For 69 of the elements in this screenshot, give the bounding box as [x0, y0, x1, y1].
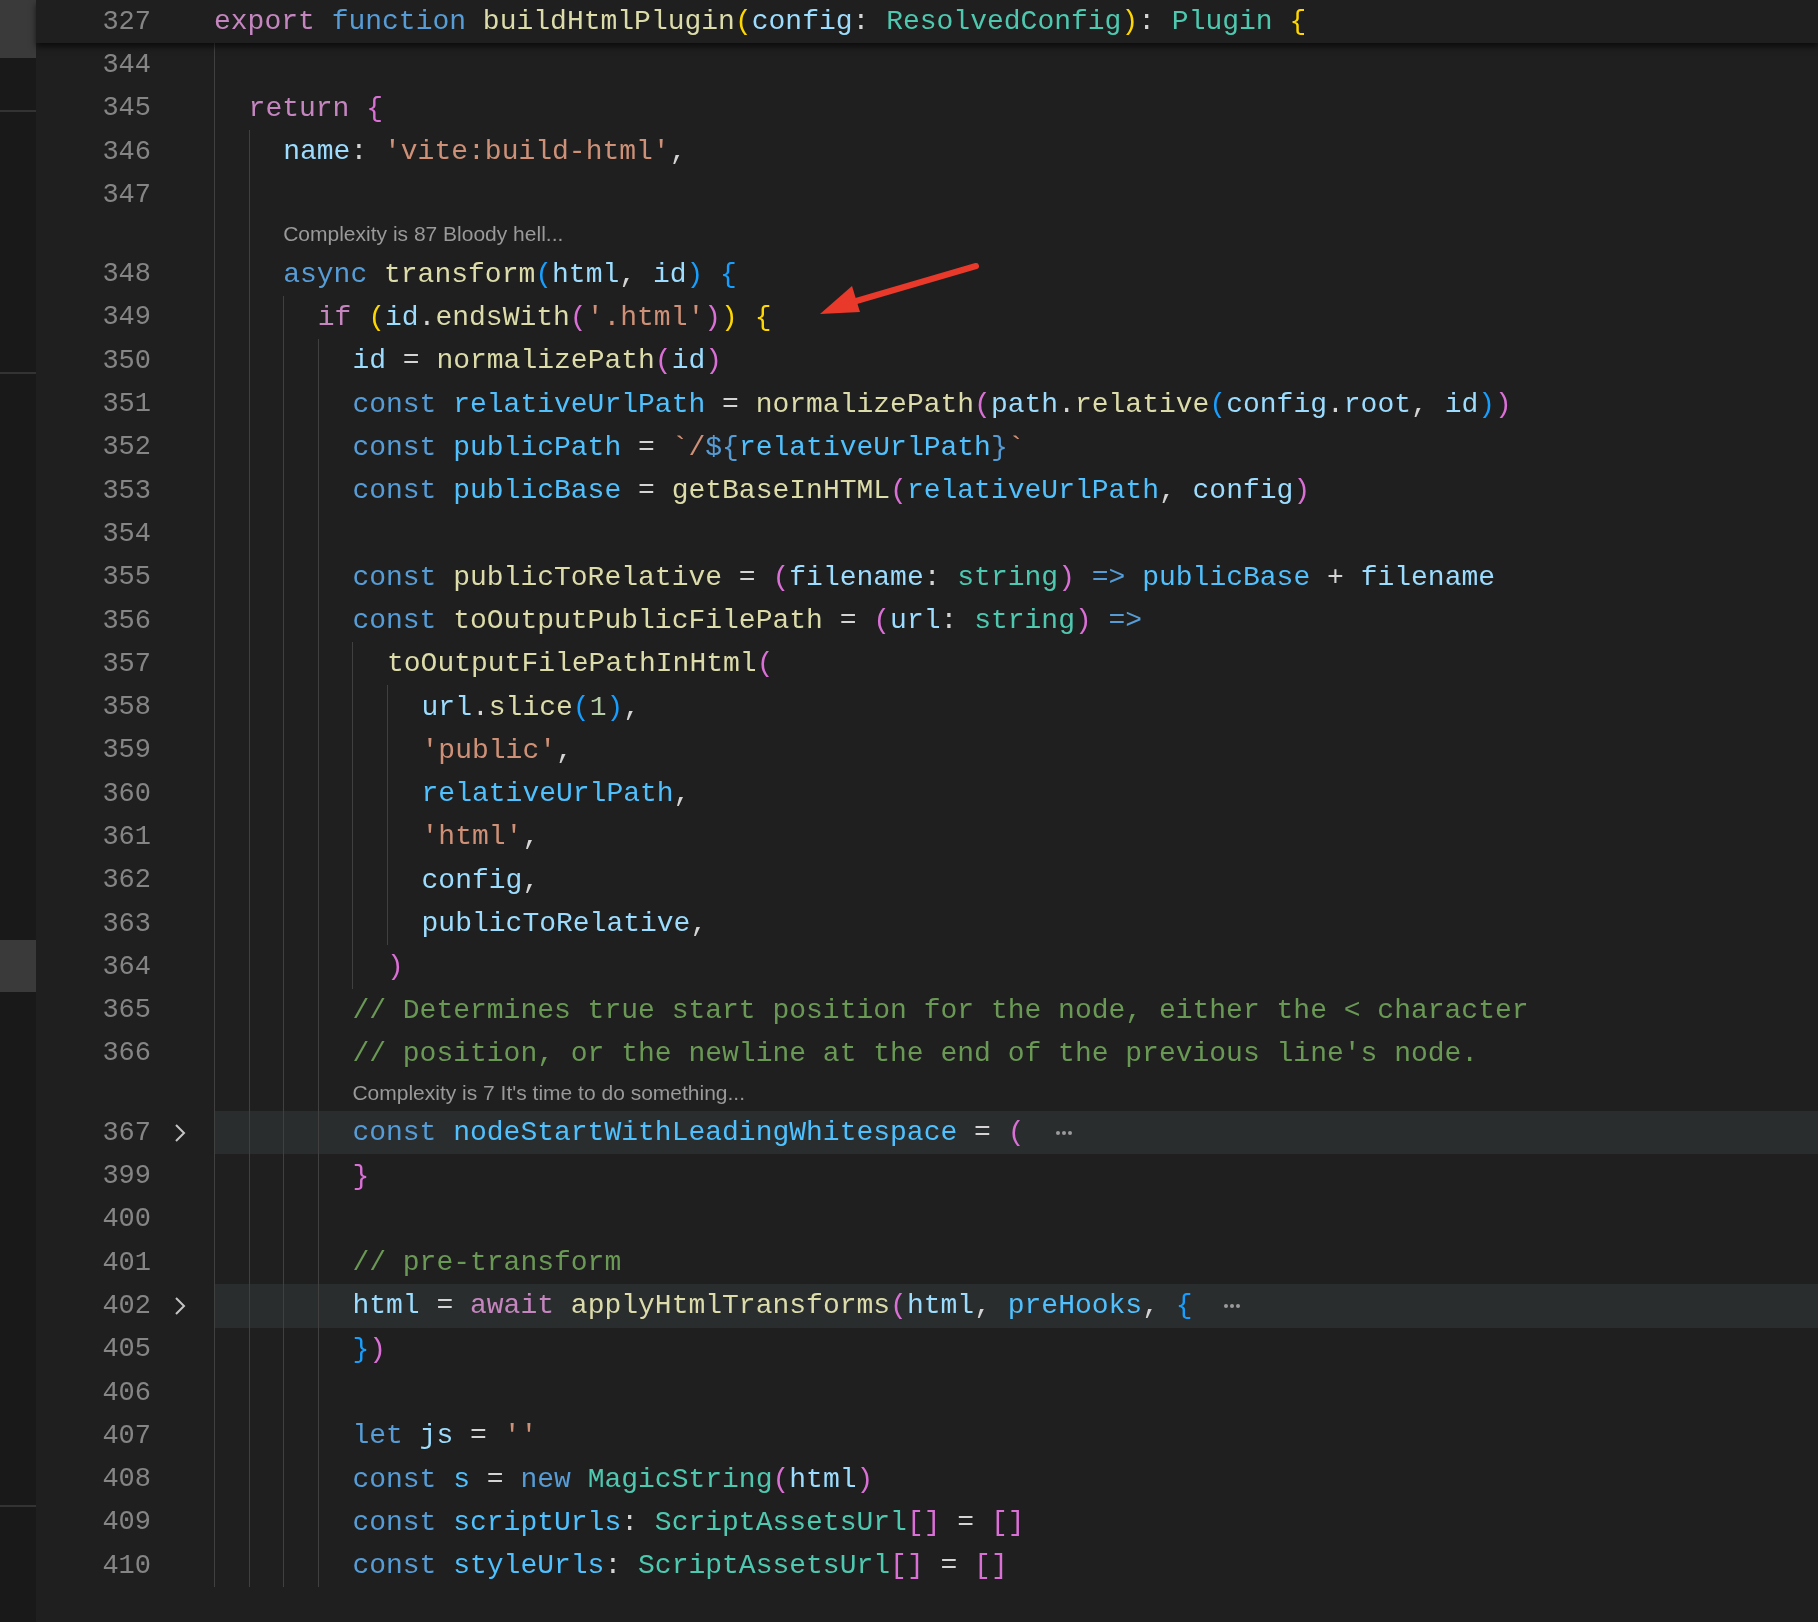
- code-line: let js = '': [352, 1420, 538, 1452]
- code-line: }): [352, 1333, 386, 1365]
- line-number: 360: [101, 778, 151, 809]
- line-number: 351: [101, 389, 151, 419]
- line-number: 346: [101, 136, 151, 167]
- line-number: 355: [101, 562, 151, 593]
- line-number: 347: [101, 179, 151, 210]
- line-number: 365: [101, 995, 151, 1026]
- line-number: 356: [101, 605, 151, 636]
- code-line: // pre-transform: [352, 1247, 622, 1279]
- code-line: const publicBase = getBaseInHTML(relativeUrlPath, config): [352, 475, 1311, 507]
- code-line: 'html',: [421, 821, 540, 853]
- line-number: 327: [101, 6, 151, 37]
- line-number: 408: [101, 1464, 151, 1495]
- complexity-hint[interactable]: Complexity is 7 It's time to do something...: [352, 1081, 746, 1106]
- line-number: 366: [101, 1038, 151, 1069]
- code-line: relativeUrlPath,: [421, 778, 691, 810]
- code-line: const publicToRelative = (filename: string) => publicBase + filename: [352, 561, 1496, 593]
- code-line: const relativeUrlPath = normalizePath(path.relative(config.root, id)): [352, 388, 1512, 420]
- code-line: const scriptUrls: ScriptAssetsUrl[] = []: [352, 1506, 1025, 1538]
- line-number: 401: [101, 1247, 151, 1278]
- ellipsis-icon[interactable]: [1054, 1128, 1073, 1137]
- code-line: ): [386, 951, 404, 983]
- code-line: html = await applyHtmlTransforms(html, preHooks, {: [352, 1290, 1193, 1322]
- line-number: 362: [101, 865, 151, 896]
- line-number: 349: [101, 302, 151, 333]
- line-number: 364: [101, 951, 151, 982]
- complexity-hint[interactable]: Complexity is 87 Bloody hell...: [283, 222, 564, 247]
- code-line: publicToRelative,: [421, 908, 708, 940]
- line-number: 405: [101, 1334, 151, 1365]
- line-number: 367: [101, 1117, 151, 1148]
- code-line: const styleUrls: ScriptAssetsUrl[] = []: [352, 1550, 1008, 1582]
- code-line: const s = new MagicString(html): [352, 1463, 874, 1495]
- code-line: id = normalizePath(id): [352, 345, 723, 377]
- line-number: 363: [101, 908, 151, 939]
- code-line: toOutputFilePathInHtml(: [386, 648, 774, 680]
- code-line: // Determines true start position for the node, either the < character: [352, 994, 1529, 1026]
- code-line: 'public',: [421, 734, 573, 766]
- line-number: 358: [101, 692, 151, 723]
- code-line: url.slice(1),: [421, 691, 641, 723]
- code-line: // position, or the newline at the end of the previous line's node.: [352, 1037, 1479, 1069]
- code-line: name: 'vite:build-html',: [283, 136, 687, 168]
- line-number: 357: [101, 648, 151, 679]
- line-number: 344: [101, 49, 151, 80]
- line-number: 361: [101, 822, 151, 852]
- code-line: config,: [421, 864, 540, 896]
- line-number: 354: [101, 518, 151, 549]
- code-line: const toOutputPublicFilePath = (url: string) =>: [352, 605, 1143, 636]
- code-line: const nodeStartWithLeadingWhitespace = (: [352, 1117, 1025, 1149]
- line-number: 400: [101, 1204, 151, 1235]
- line-number: 350: [101, 345, 151, 376]
- code-line: return {: [248, 92, 384, 124]
- code-line: }: [352, 1160, 370, 1192]
- line-number: 345: [101, 93, 151, 124]
- line-number: 359: [101, 735, 151, 766]
- code-line: async transform(html, id) {: [283, 258, 737, 290]
- line-number: 348: [101, 259, 151, 290]
- ellipsis-icon[interactable]: [1222, 1301, 1241, 1310]
- code-line: export function buildHtmlPlugin(config: ResolvedConfig): Plugin {: [214, 6, 1307, 38]
- line-number: 406: [101, 1377, 151, 1408]
- code-line: const publicPath = `/${relativeUrlPath}`: [352, 431, 1025, 463]
- line-number: 352: [101, 432, 151, 463]
- line-number: 353: [101, 475, 151, 506]
- line-number: 399: [101, 1161, 151, 1192]
- line-number: 410: [101, 1550, 151, 1581]
- code-line: if (id.endsWith('.html')) {: [317, 301, 772, 333]
- line-number: 407: [101, 1420, 151, 1451]
- line-number: 409: [101, 1507, 151, 1538]
- line-number: 402: [101, 1290, 151, 1321]
